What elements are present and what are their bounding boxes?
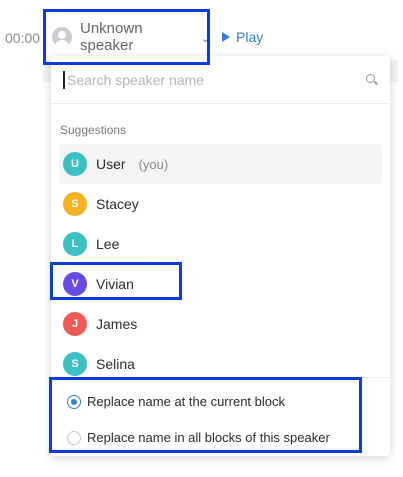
replace-scope-option[interactable]: Replace name in all blocks of this speak…	[67, 426, 390, 449]
suggestion-item-james[interactable]: J James	[59, 304, 382, 344]
speaker-initial-badge: V	[63, 272, 87, 296]
speaker-note: (you)	[138, 156, 169, 172]
search-icon	[366, 73, 378, 86]
speaker-initial-badge: L	[63, 232, 87, 256]
suggestion-item-vivian[interactable]: V Vivian	[59, 264, 382, 304]
radio-label: Replace name at the current block	[87, 394, 285, 409]
suggestion-item-stacey[interactable]: S Stacey	[59, 184, 382, 224]
search-input[interactable]	[63, 70, 360, 89]
replace-scope-option[interactable]: Replace name at the current block	[67, 390, 390, 413]
speaker-label: Unknown speaker	[80, 20, 143, 54]
speaker-initial-badge: S	[63, 352, 87, 376]
suggestions-label: Suggestions	[60, 123, 127, 137]
speaker-picker-dropdown: Suggestions U User (you) S Stacey L Lee V Vivian…	[51, 56, 390, 456]
speaker-name: User	[96, 156, 126, 172]
radio-button[interactable]	[67, 430, 81, 445]
speaker-name: James	[96, 316, 138, 332]
chevron-down-icon: ⌄	[200, 32, 210, 45]
speaker-initial-badge: S	[63, 192, 87, 216]
timestamp: 00:00	[5, 30, 41, 46]
suggestion-item-user[interactable]: U User (you)	[59, 144, 382, 184]
replace-scope-options: Replace name at the current block Replace…	[51, 377, 390, 456]
speaker-name: Stacey	[96, 196, 139, 212]
stage: 00:00 Unknown speaker ⌄ Play Suggestions…	[0, 0, 403, 477]
search-row	[51, 56, 390, 104]
user-avatar-icon	[52, 27, 72, 47]
speaker-initial-badge: U	[63, 152, 87, 176]
play-icon	[222, 32, 230, 42]
play-label: Play	[236, 29, 264, 45]
speaker-name: Selina	[96, 356, 135, 372]
suggestion-list: U User (you) S Stacey L Lee V Vivian J James S Selin…	[51, 144, 390, 384]
radio-button[interactable]	[67, 394, 81, 409]
play-button[interactable]: Play	[222, 29, 263, 45]
speaker-name: Vivian	[96, 276, 134, 292]
speaker-initial-badge: J	[63, 312, 87, 336]
speaker-name: Lee	[96, 236, 120, 252]
suggestion-item-lee[interactable]: L Lee	[59, 224, 382, 264]
radio-label: Replace name in all blocks of this speak…	[87, 430, 330, 445]
